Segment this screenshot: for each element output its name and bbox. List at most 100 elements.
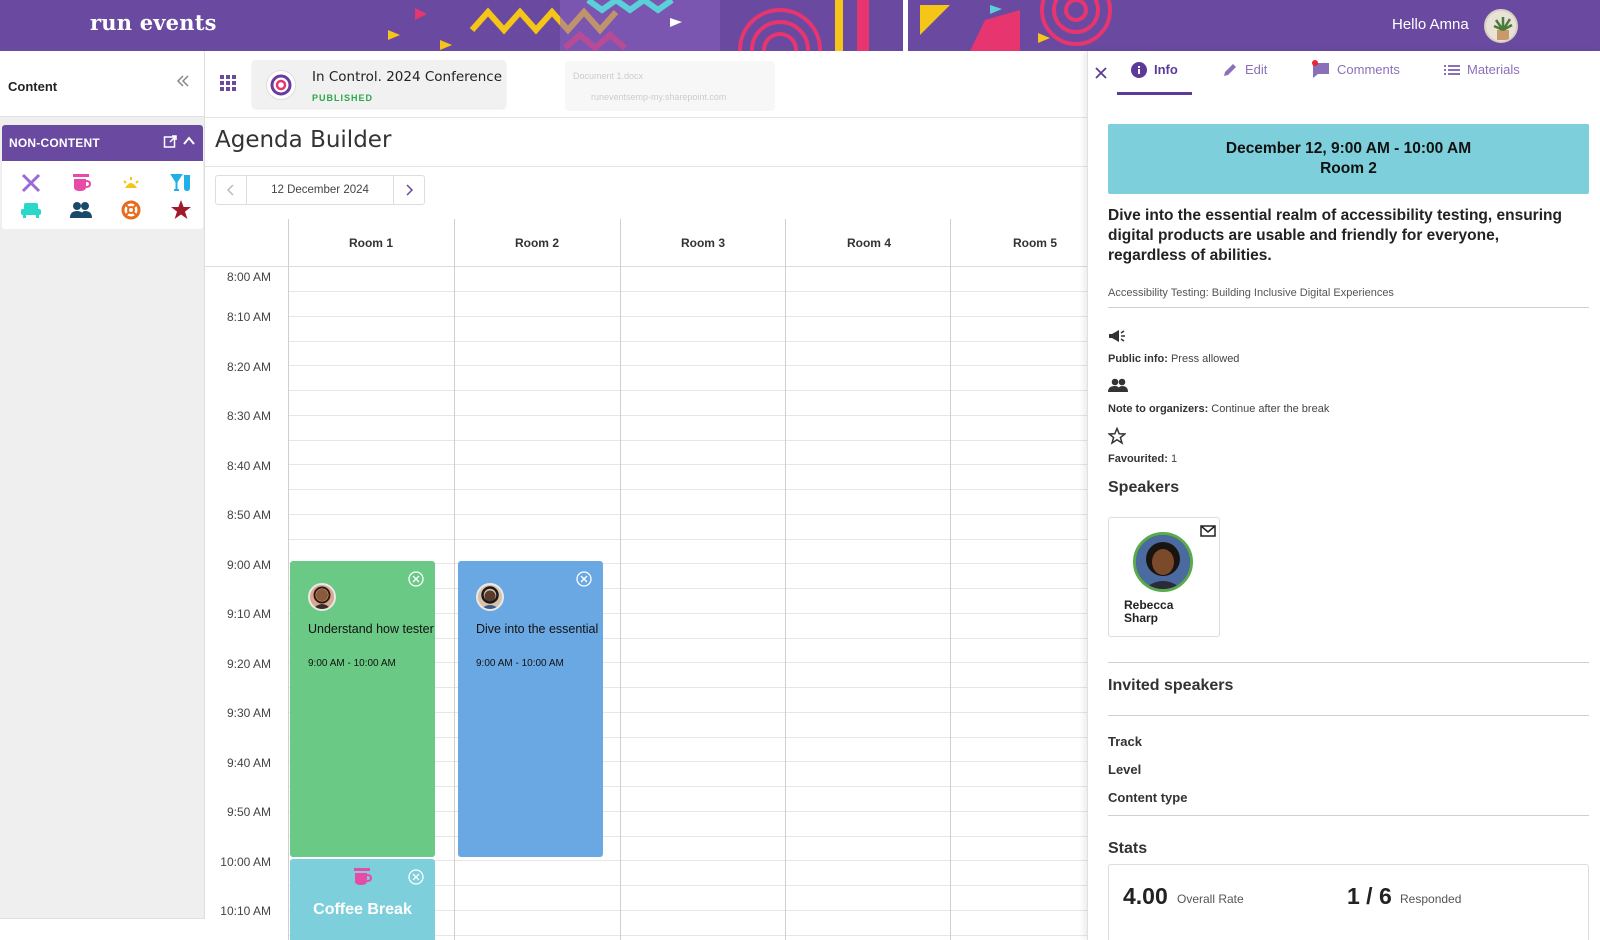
info-icon [1131,62,1147,78]
open-external-icon[interactable] [163,134,178,149]
date-navigator: 12 December 2024 [215,175,425,205]
lounge-chair-icon[interactable] [6,196,56,223]
room-header-5: Room 5 [1012,235,1057,250]
tab-label: Edit [1245,62,1268,77]
close-panel-button[interactable] [1094,66,1108,85]
time-label: 8:10 AM [226,310,271,324]
chevron-left-icon [226,184,234,196]
lifebuoy-icon[interactable] [106,196,156,223]
current-date[interactable]: 12 December 2024 [246,176,394,204]
content-type-label: Content type [1108,790,1188,805]
ghost-line-1: Document 1.docx [573,71,644,81]
conference-logo-icon [266,70,296,100]
speaker-photo [1133,532,1193,592]
sidebar-title: Content [8,79,58,94]
public-info-value: Press allowed [1170,353,1240,365]
non-content-header[interactable]: NON-CONTENT [2,125,203,161]
level-label: Level [1108,762,1142,777]
drinks-icon[interactable] [156,169,206,196]
session-event-card-selected[interactable]: Dive into the essential 9:00 AM - 10:00 … [458,561,603,857]
time-label: 9:00 AM [226,558,271,572]
page-title: Agenda Builder [215,127,392,153]
calendar-slot-line [288,340,1087,342]
room-column-divider [454,219,455,940]
tab-info[interactable]: Info [1117,62,1192,95]
calendar-slot-line [288,538,1087,540]
tab-edit[interactable]: Edit [1222,62,1267,95]
collapse-sidebar-button[interactable] [176,73,190,93]
remove-session-icon[interactable] [576,571,592,587]
divider [1108,307,1589,308]
divider [1108,715,1589,716]
calendar-slot-line [288,414,1087,416]
apps-grid-button[interactable] [220,75,236,96]
people-icon [1108,377,1128,398]
note-label: Note to organizers: [1108,403,1209,415]
conference-name: In Control. 2024 Conference [312,69,503,85]
fork-knife-icon[interactable] [6,169,56,196]
tab-materials[interactable]: Materials [1444,62,1520,95]
session-title: Accessibility Testing: Building Inclusiv… [1108,287,1394,299]
calendar-slot-line [288,513,1087,515]
time-label: 9:20 AM [226,657,271,671]
speaker-card[interactable]: Rebecca Sharp [1108,517,1220,637]
note-value: Continue after the break [1211,403,1330,415]
event-time: 9:00 AM - 10:00 AM [476,658,564,669]
conference-selector[interactable]: In Control. 2024 Conference PUBLISHED [252,60,506,108]
time-label: 8:20 AM [226,360,271,374]
next-day-button[interactable] [394,176,424,204]
divider [1108,815,1589,816]
calendar-slot-line [288,315,1087,317]
time-label: 9:30 AM [226,706,271,720]
main-area: In Control. 2024 Conference PUBLISHED Do… [205,51,1087,940]
sunrise-icon[interactable] [106,169,156,196]
app-logo[interactable]: run events [90,10,217,35]
logo-text: run events [90,10,217,35]
agenda-calendar: Room 1 Room 2 Room 3 Room 4 Room 5 8:00 … [205,219,1087,940]
room-header-4: Room 4 [846,235,891,250]
session-event-card[interactable]: Understand how tester 9:00 AM - 10:00 AM [290,561,435,857]
tab-label: Info [1154,62,1178,77]
time-label: 8:00 AM [226,270,271,284]
coffee-cup-icon[interactable] [56,169,106,196]
remove-session-icon[interactable] [408,869,424,885]
coffee-break-card[interactable]: Coffee Break [290,859,435,940]
tab-comments[interactable]: Comments [1312,60,1400,95]
public-info: Public info: Press allowed [1108,353,1239,365]
session-datetime: December 12, 9:00 AM - 10:00 AM [1225,140,1472,157]
calendar-slot-line [288,390,1087,391]
double-chevron-left-icon [176,75,189,87]
calendar-slot-line [288,291,1087,292]
calendar-slot-line [288,489,1087,490]
favourited-label: Favourited: [1108,453,1168,465]
apps-grid-icon [220,75,236,91]
divider [205,166,1087,167]
public-info-label: Public info: [1108,353,1168,365]
remove-session-icon[interactable] [408,571,424,587]
room-header-1: Room 1 [348,235,393,250]
speaker-last-name: Sharp [1124,611,1159,625]
user-avatar[interactable] [1484,9,1518,43]
mail-icon[interactable] [1200,525,1216,537]
tab-label: Materials [1467,62,1520,77]
session-description: Dive into the essential realm of accessi… [1108,207,1562,264]
unread-dot [1312,60,1318,66]
previous-day-button[interactable] [216,176,246,204]
event-time: 9:00 AM - 10:00 AM [308,658,396,669]
chevron-up-icon[interactable] [182,134,196,148]
stats-box: 4.00 Overall Rate 1 / 6 Responded [1108,864,1589,940]
ghost-line-2: runeventsemp-my.sharepoint.com [591,92,727,102]
speakers-heading: Speakers [1108,479,1180,496]
divider [205,117,1087,118]
plant-avatar-icon [1493,17,1513,40]
track-label: Track [1108,734,1142,749]
calendar-slot-line [288,464,1087,466]
chevron-right-icon [406,184,414,196]
room-header-3: Room 3 [680,235,725,250]
published-status-badge: PUBLISHED [312,93,374,103]
content-sidebar: Content NON-CONTENT [0,51,205,940]
people-icon[interactable] [56,196,106,223]
divider [1108,662,1589,663]
star-icon[interactable] [156,196,206,223]
session-time-banner: December 12, 9:00 AM - 10:00 AM Room 2 [1108,124,1589,194]
